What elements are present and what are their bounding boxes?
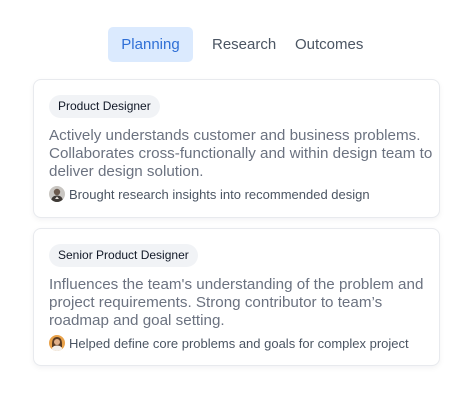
user-avatar-man-icon (49, 186, 65, 202)
role-badge: Product Designer (49, 95, 160, 118)
tab-bar: Planning Research Outcomes (0, 27, 474, 63)
card-footer: Helped define core problems and goals fo… (49, 335, 409, 351)
user-avatar-woman-icon (49, 335, 65, 351)
career-ladder-widget: Planning Research Outcomes Product Desig… (0, 0, 474, 404)
card-footer-text: Brought research insights into recommend… (69, 186, 370, 202)
card-footer-text: Helped define core problems and goals fo… (69, 335, 409, 351)
role-description: Actively understands customer and busine… (49, 127, 433, 180)
role-card: Senior Product Designer Influences the t… (33, 228, 440, 366)
role-description: Influences the team's understanding of t… (49, 276, 424, 329)
card-footer: Brought research insights into recommend… (49, 186, 370, 202)
tab-research[interactable]: Research (212, 27, 276, 62)
tab-planning[interactable]: Planning (108, 27, 193, 62)
role-card: Product Designer Actively understands cu… (33, 79, 440, 218)
role-badge: Senior Product Designer (49, 244, 198, 267)
tab-outcomes[interactable]: Outcomes (295, 27, 363, 62)
